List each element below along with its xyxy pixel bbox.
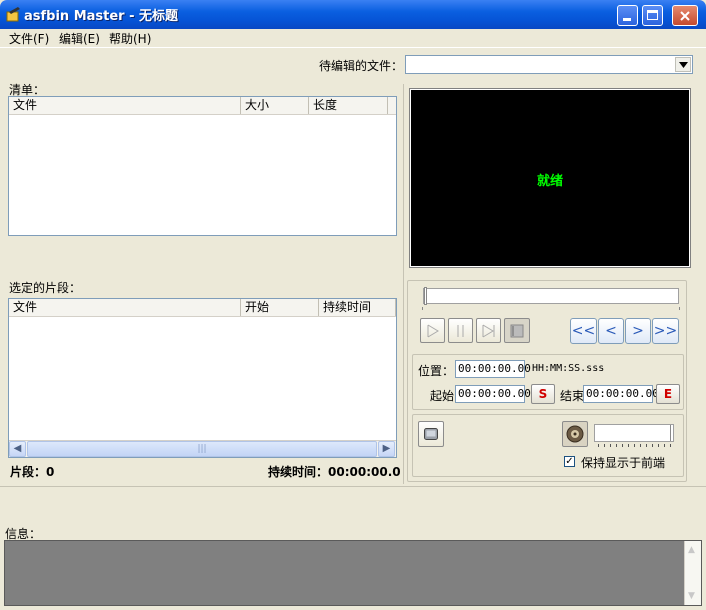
info-log[interactable]: ▲ ▼	[4, 540, 702, 606]
total-duration: 持续时间：00:00:00.0	[268, 465, 401, 479]
file-to-edit-combo[interactable]	[405, 55, 693, 74]
menu-file[interactable]: 文件(F)	[9, 30, 49, 47]
end-input[interactable]: 00:00:00.00	[583, 385, 659, 403]
selected-title: 选定的片段：	[9, 281, 82, 295]
play-button[interactable]	[420, 318, 445, 343]
start-label: 起始	[430, 389, 455, 403]
info-vertical-scrollbar[interactable]: ▲ ▼	[684, 541, 701, 605]
skip-icon	[482, 324, 495, 338]
segment-count: 片段：0	[10, 465, 55, 479]
volume-slider[interactable]	[594, 424, 674, 442]
scroll-down-icon[interactable]: ▼	[688, 591, 695, 601]
video-preview: 就绪	[409, 88, 691, 268]
horizontal-scrollbar[interactable]: ◀ ||| ▶	[9, 440, 396, 457]
segment-list[interactable]: 文件 开始 持续时间 ◀ ||| ▶	[8, 298, 397, 458]
scroll-right-button[interactable]: ▶	[378, 441, 395, 457]
seek-thumb[interactable]	[424, 287, 427, 305]
menu-edit[interactable]: 编辑(E)	[59, 30, 100, 47]
speaker-icon	[566, 425, 584, 443]
status-ready: 就绪	[537, 174, 564, 189]
maximize-icon	[647, 10, 658, 20]
column-duration[interactable]: 持续时间	[319, 299, 396, 316]
keep-on-top-label[interactable]: 保持显示于前端	[581, 454, 665, 471]
position-input[interactable]: 00:00:00.00	[455, 360, 531, 378]
stop-icon	[510, 324, 524, 338]
next-button[interactable]	[476, 318, 501, 343]
dropdown-button[interactable]	[675, 57, 691, 72]
maximize-button[interactable]	[642, 5, 663, 26]
column-file[interactable]: 文件	[9, 299, 241, 316]
rewind-button[interactable]: <<	[570, 318, 597, 344]
end-label: 结束	[560, 389, 585, 403]
window-title: asfbin Master - 无标题	[24, 9, 179, 24]
start-input[interactable]: 00:00:00.00	[455, 385, 531, 403]
mute-button[interactable]	[562, 421, 588, 447]
menu-bar: 文件(F) 编辑(E) 帮助(H)	[0, 29, 706, 47]
fast-forward-button[interactable]: >>	[652, 318, 679, 344]
set-start-button[interactable]: S	[531, 384, 555, 404]
menu-separator	[0, 47, 706, 48]
set-end-button[interactable]: E	[656, 384, 680, 404]
monitor-icon	[424, 428, 438, 440]
seek-ticks	[422, 307, 680, 310]
column-length[interactable]: 长度	[309, 97, 388, 114]
close-button[interactable]	[672, 5, 698, 26]
volume-ticks	[598, 444, 672, 447]
back-button[interactable]: <	[598, 318, 624, 344]
forward-button[interactable]: >	[625, 318, 651, 344]
menu-help[interactable]: 帮助(H)	[109, 30, 151, 47]
scroll-thumb[interactable]: |||	[27, 441, 377, 457]
scroll-left-button[interactable]: ◀	[9, 441, 26, 457]
minimize-button[interactable]	[617, 5, 638, 26]
position-format: HH:MM:SS.sss	[532, 363, 605, 374]
panel-divider	[403, 84, 404, 484]
file-to-edit-label: 待编辑的文件：	[319, 59, 404, 73]
column-start[interactable]: 开始	[241, 299, 319, 316]
file-list[interactable]: 文件 大小 长度	[8, 96, 397, 236]
scroll-up-icon[interactable]: ▲	[688, 545, 695, 555]
pause-icon	[457, 325, 464, 337]
play-icon	[427, 324, 439, 338]
position-label: 位置：	[418, 364, 455, 378]
segment-list-header: 文件 开始 持续时间	[9, 299, 396, 317]
app-logo-icon	[6, 7, 20, 22]
screen-button[interactable]	[418, 421, 444, 447]
volume-thumb[interactable]	[670, 425, 673, 441]
seek-slider[interactable]	[423, 287, 679, 305]
close-icon	[680, 11, 690, 21]
file-list-header: 文件 大小 长度	[9, 97, 396, 115]
keep-on-top-checkbox[interactable]: ✓	[564, 456, 575, 467]
chevron-down-icon	[679, 62, 688, 68]
stop-button[interactable]	[504, 318, 530, 343]
column-file[interactable]: 文件	[9, 97, 241, 114]
column-size[interactable]: 大小	[241, 97, 309, 114]
minimize-icon	[623, 18, 631, 21]
pause-button[interactable]	[448, 318, 473, 343]
bottom-divider	[0, 486, 706, 487]
